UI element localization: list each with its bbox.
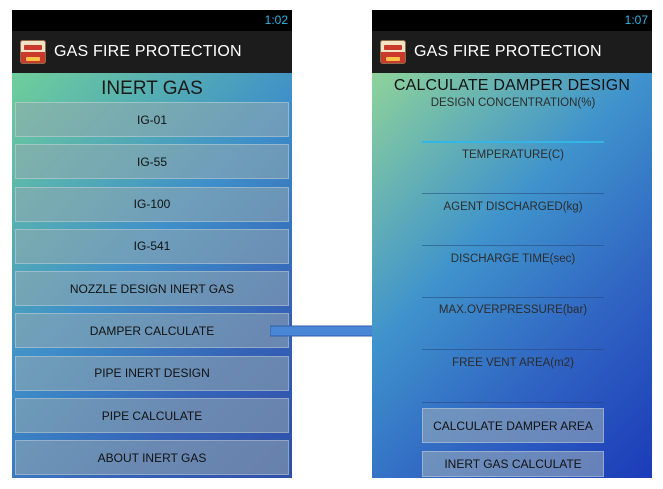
- field-label: FREE VENT AREA(m2): [452, 357, 574, 369]
- ig-100-button[interactable]: IG-100: [15, 186, 289, 222]
- agent-discharged-input[interactable]: [422, 245, 604, 246]
- discharge-time-input[interactable]: [422, 297, 604, 298]
- action-bar: GAS FIRE PROTECTION: [12, 31, 292, 73]
- field-label: MAX.OVERPRESSURE(bar): [438, 304, 588, 316]
- fire-extinguisher-icon: [380, 40, 406, 64]
- max-overpressure-input[interactable]: [422, 349, 604, 350]
- right-phone-screen: 1:07 GAS FIRE PROTECTION CALCULATE DAMPE…: [372, 10, 652, 478]
- max-overpressure-field[interactable]: MAX.OVERPRESSURE(bar): [422, 304, 604, 354]
- pipe-inert-design-button[interactable]: PIPE INERT DESIGN: [15, 355, 289, 391]
- calculate-damper-area-button[interactable]: CALCULATE DAMPER AREA: [422, 408, 604, 443]
- ig-55-button[interactable]: IG-55: [15, 144, 289, 180]
- app-title: GAS FIRE PROTECTION: [414, 43, 602, 60]
- app-title: GAS FIRE PROTECTION: [54, 43, 242, 60]
- damper-calculate-button[interactable]: DAMPER CALCULATE: [15, 313, 289, 349]
- free-vent-area-field[interactable]: FREE VENT AREA(m2): [422, 357, 604, 405]
- damper-calculation-screen: CALCULATE DAMPER DESIGN DESIGN CONCENTRA…: [372, 73, 652, 478]
- discharge-time-field[interactable]: DISCHARGE TIME(sec): [422, 253, 604, 301]
- temperature-input[interactable]: [422, 193, 604, 194]
- nozzle-design-button[interactable]: NOZZLE DESIGN INERT GAS: [15, 271, 289, 307]
- field-label: DISCHARGE TIME(sec): [450, 253, 576, 265]
- left-phone-screen: 1:02 GAS FIRE PROTECTION INERT GAS IG-01…: [12, 10, 292, 478]
- field-label: DESIGN CONCENTRATION(%): [430, 97, 596, 109]
- pipe-calculate-button[interactable]: PIPE CALCULATE: [15, 398, 289, 434]
- fire-extinguisher-icon: [20, 40, 46, 64]
- action-bar: GAS FIRE PROTECTION: [372, 31, 652, 73]
- inert-gas-calculate-button[interactable]: INERT GAS CALCULATE: [422, 451, 604, 477]
- agent-discharged-field[interactable]: AGENT DISCHARGED(kg): [422, 201, 604, 249]
- screen-title: CALCULATE DAMPER DESIGN: [393, 77, 631, 94]
- status-bar: 1:02: [12, 10, 292, 31]
- ig-01-button[interactable]: IG-01: [15, 102, 289, 137]
- about-inert-gas-button[interactable]: ABOUT INERT GAS: [15, 440, 289, 476]
- inert-gas-menu-screen: INERT GAS IG-01 IG-55 IG-100 IG-541 NOZZ…: [12, 73, 292, 478]
- status-time: 1:02: [264, 13, 288, 27]
- design-concentration-field[interactable]: DESIGN CONCENTRATION(%): [422, 97, 604, 155]
- ig-541-button[interactable]: IG-541: [15, 228, 289, 264]
- free-vent-area-input[interactable]: [422, 402, 604, 403]
- status-time: 1:07: [624, 13, 648, 27]
- field-label: AGENT DISCHARGED(kg): [443, 201, 583, 213]
- menu-list: IG-01 IG-55 IG-100 IG-541 NOZZLE DESIGN …: [15, 102, 289, 478]
- status-bar: 1:07: [372, 10, 652, 31]
- field-label: TEMPERATURE(C): [461, 149, 564, 161]
- screen-title: INERT GAS: [101, 78, 203, 99]
- temperature-field[interactable]: TEMPERATURE(C): [422, 149, 604, 197]
- design-concentration-input[interactable]: [422, 141, 604, 143]
